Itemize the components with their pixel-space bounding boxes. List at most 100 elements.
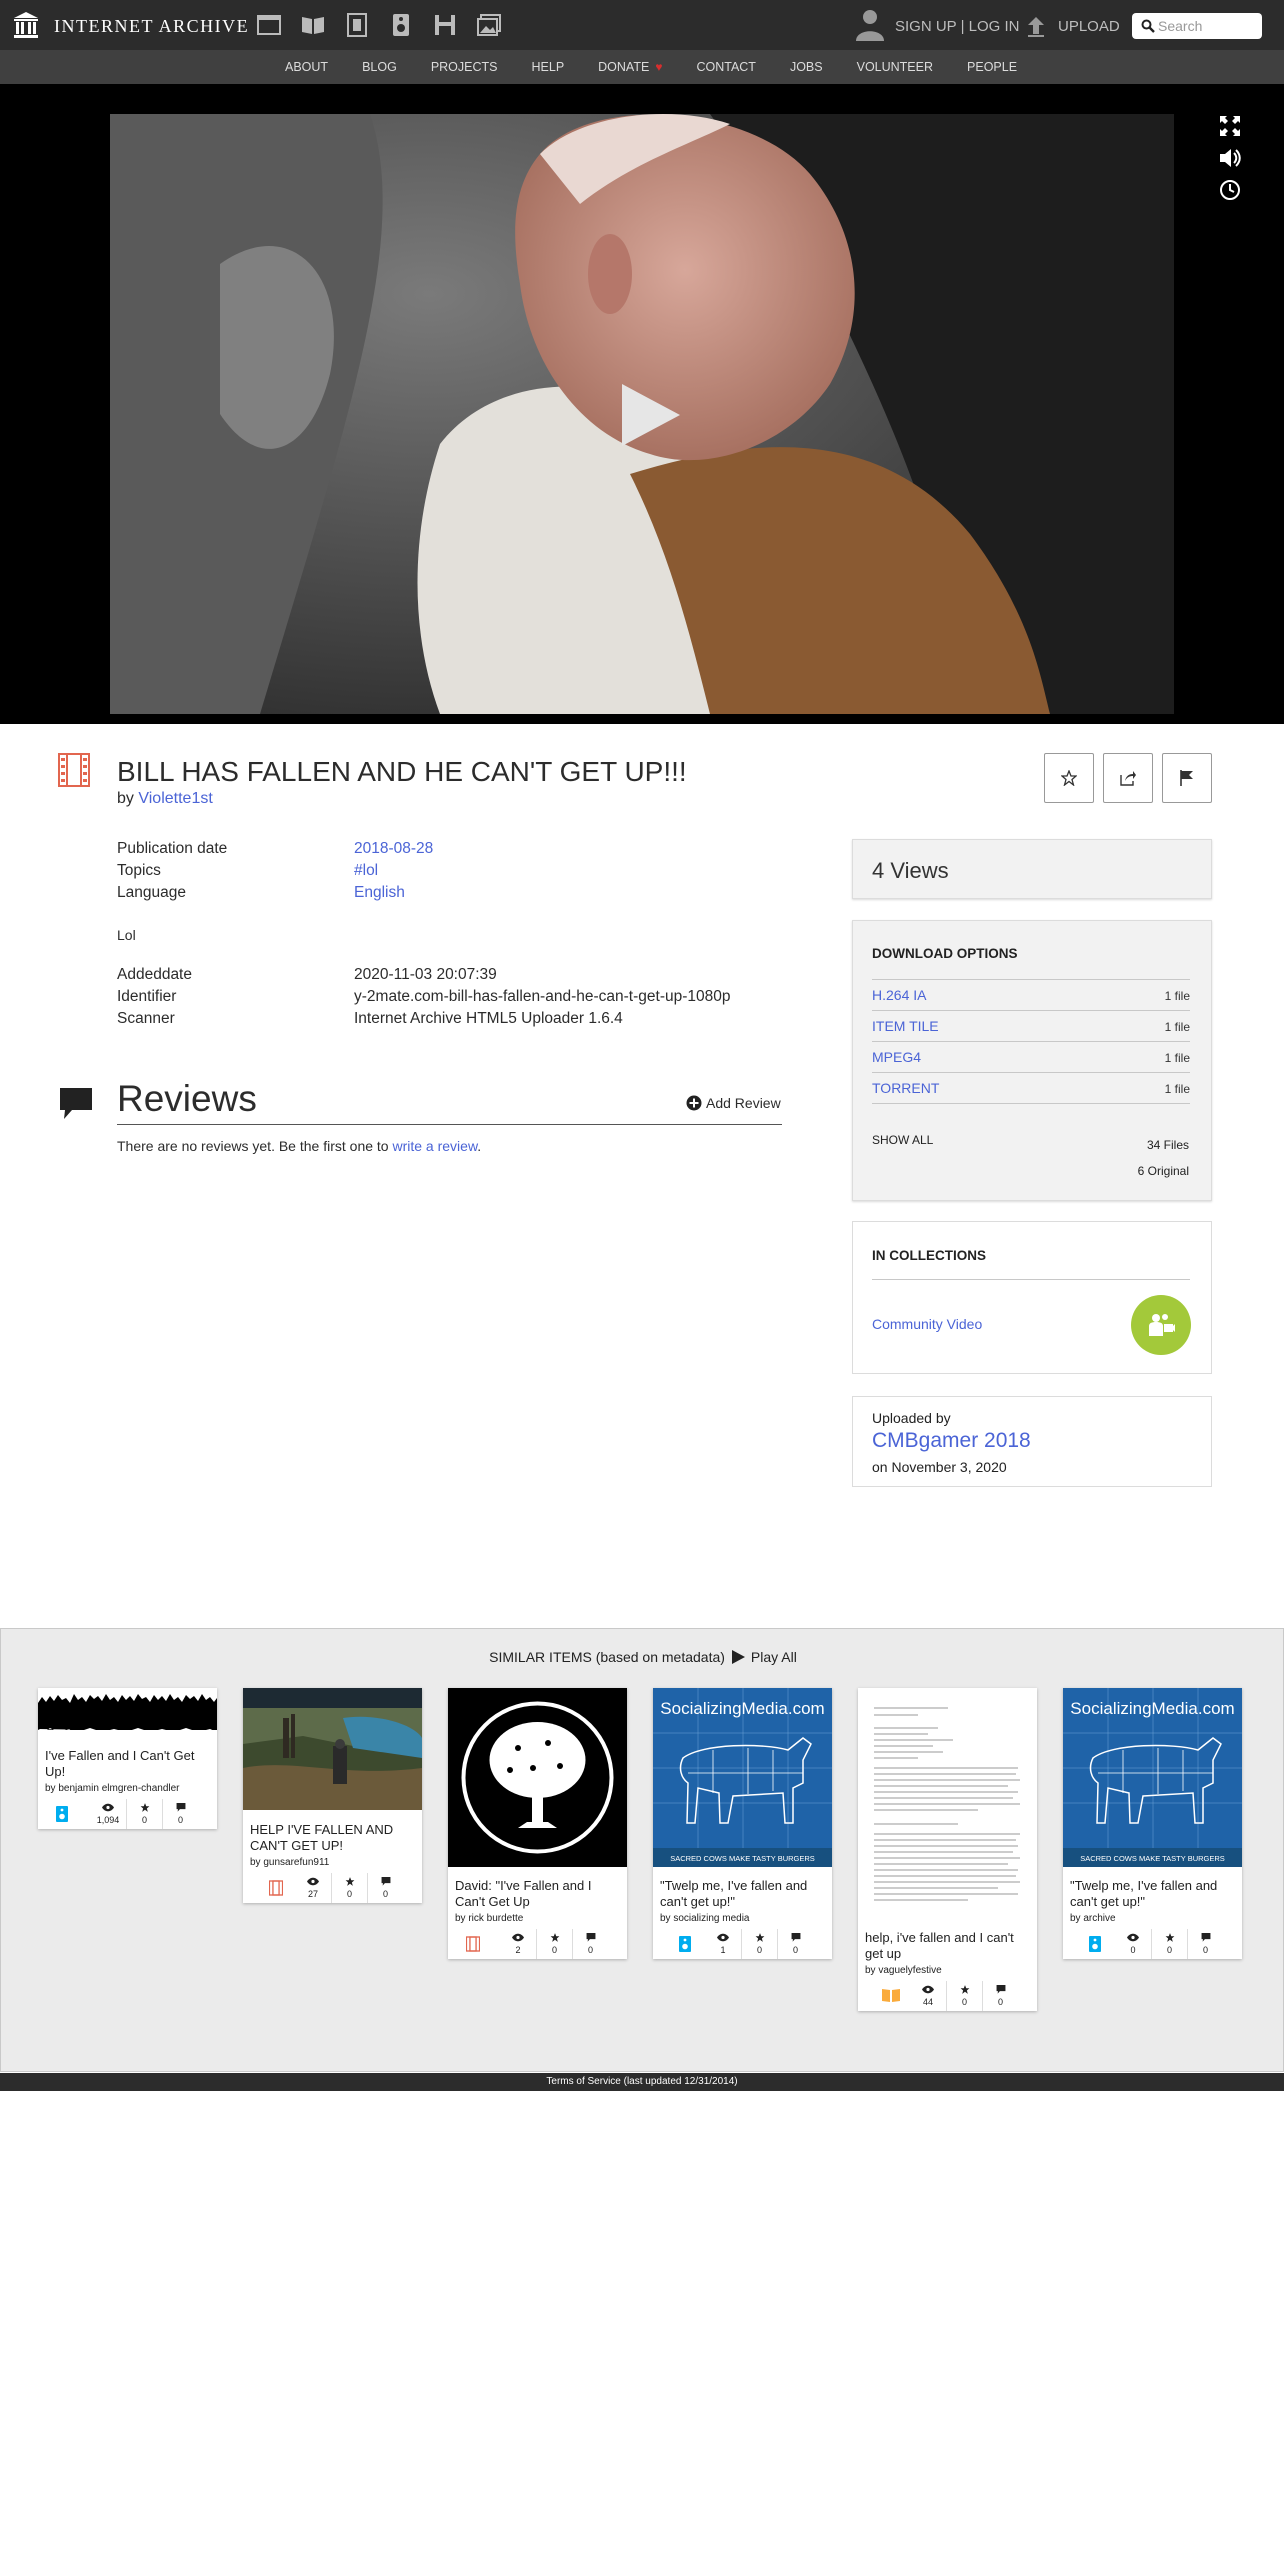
stat-value: 0 bbox=[756, 1945, 762, 1955]
similar-item-title[interactable]: I've Fallen and I Can't Get Up! bbox=[45, 1748, 213, 1780]
metadata-topics: Topics #lol bbox=[117, 862, 797, 884]
similar-item-card[interactable]: SocializingMedia.com SACRED COWS MAKE TA… bbox=[653, 1688, 832, 1959]
view-count: 4 Views bbox=[872, 858, 949, 883]
uploader-link[interactable]: CMBgamer 2018 bbox=[872, 1429, 1031, 1453]
similar-item-card[interactable]: HELP I'VE FALLEN AND CAN'T GET UP! by gu… bbox=[243, 1688, 422, 1903]
add-review-button[interactable]: Add Review bbox=[686, 1095, 781, 1111]
upload-link[interactable]: UPLOAD bbox=[1058, 18, 1120, 35]
nav-people[interactable]: PEOPLE bbox=[967, 60, 1017, 74]
comment-icon bbox=[381, 1877, 390, 1886]
favorite-count-stat: 0 bbox=[741, 1929, 777, 1959]
download-format-link[interactable]: TORRENT bbox=[872, 1080, 939, 1096]
star-icon bbox=[345, 1877, 354, 1886]
favorite-button[interactable] bbox=[1044, 753, 1094, 803]
volume-icon[interactable] bbox=[1218, 146, 1242, 170]
view-count-stat: 44 bbox=[910, 1981, 946, 2011]
plus-circle-icon bbox=[686, 1095, 702, 1111]
text-document-image bbox=[858, 1688, 1037, 1918]
download-format-link[interactable]: MPEG4 bbox=[872, 1049, 921, 1065]
flag-button[interactable] bbox=[1162, 753, 1212, 803]
fullscreen-icon[interactable] bbox=[1218, 114, 1242, 138]
topic-link[interactable]: #lol bbox=[354, 862, 378, 880]
comment-icon bbox=[60, 1088, 92, 1119]
share-button[interactable] bbox=[1103, 753, 1153, 803]
search-box bbox=[1132, 13, 1262, 39]
similar-item-stats: 2 0 0 bbox=[448, 1929, 627, 1959]
nav-donate[interactable]: DONATE ♥ bbox=[598, 60, 662, 74]
speed-clock-icon[interactable] bbox=[1218, 178, 1242, 202]
publication-date-link[interactable]: 2018-08-28 bbox=[354, 840, 433, 858]
texts-icon[interactable] bbox=[300, 12, 326, 38]
review-count-stat: 0 bbox=[162, 1799, 198, 1829]
nav-projects[interactable]: PROJECTS bbox=[431, 60, 498, 74]
eye-icon bbox=[717, 1933, 729, 1942]
audio-icon[interactable] bbox=[388, 12, 414, 38]
nav-blog[interactable]: BLOG bbox=[362, 60, 397, 74]
similar-items-heading: SIMILAR ITEMS (based on metadata) Play A… bbox=[1, 1649, 1284, 1665]
nav-about[interactable]: ABOUT bbox=[285, 60, 328, 74]
divider bbox=[117, 1124, 782, 1125]
similar-item-card[interactable]: David: "I've Fallen and I Can't Get Up b… bbox=[448, 1688, 627, 1959]
download-options-title: DOWNLOAD OPTIONS bbox=[872, 946, 1018, 961]
play-all-icon[interactable] bbox=[731, 1650, 745, 1664]
tree-logo-image bbox=[448, 1688, 627, 1867]
language-link[interactable]: English bbox=[354, 884, 405, 902]
nav-contact[interactable]: CONTACT bbox=[696, 60, 756, 74]
metadata-scanner: Scanner Internet Archive HTML5 Uploader … bbox=[117, 1010, 797, 1032]
show-all-link[interactable]: SHOW ALL bbox=[872, 1133, 933, 1147]
nav-volunteer[interactable]: VOLUNTEER bbox=[857, 60, 933, 74]
signup-login-link[interactable]: SIGN UP | LOG IN bbox=[895, 18, 1019, 35]
original-files[interactable]: 6 Original bbox=[1138, 1164, 1189, 1178]
download-file-count: 1 file bbox=[1164, 1051, 1190, 1065]
total-files[interactable]: 34 Files bbox=[1147, 1138, 1189, 1152]
meta-key: Publication date bbox=[117, 840, 228, 857]
stat-value: 0 bbox=[141, 1815, 147, 1825]
play-icon[interactable] bbox=[618, 384, 680, 446]
nav-jobs[interactable]: JOBS bbox=[790, 60, 823, 74]
audio-icon bbox=[1089, 1936, 1101, 1952]
thumb-banner-text: SocializingMedia.com bbox=[660, 1699, 824, 1718]
similar-item-card[interactable]: I've Fallen and I Can't Get Up! by benja… bbox=[38, 1688, 217, 1829]
write-review-link[interactable]: write a review bbox=[392, 1138, 477, 1154]
images-icon[interactable] bbox=[476, 12, 502, 38]
view-count-stat: 1 bbox=[705, 1929, 741, 1959]
download-format-link[interactable]: ITEM TILE bbox=[872, 1018, 939, 1034]
blueprint-cow-image: SocializingMedia.com SACRED COWS MAKE TA… bbox=[653, 1688, 832, 1867]
user-icon[interactable] bbox=[855, 8, 885, 42]
item-byline: by Violette1st bbox=[117, 790, 213, 808]
web-icon[interactable] bbox=[256, 12, 282, 38]
stat-value: 0 bbox=[382, 1889, 388, 1899]
video-theater bbox=[0, 84, 1284, 724]
internet-archive-logo-icon[interactable] bbox=[12, 11, 40, 39]
similar-item-card[interactable]: SocializingMedia.com SACRED COWS MAKE TA… bbox=[1063, 1688, 1242, 1959]
software-icon[interactable] bbox=[432, 12, 458, 38]
similar-item-title[interactable]: David: "I've Fallen and I Can't Get Up bbox=[455, 1878, 623, 1910]
terms-of-service-link[interactable]: Terms of Service (last updated 12/31/201… bbox=[0, 2073, 1284, 2091]
creator-link[interactable]: Violette1st bbox=[138, 790, 212, 807]
similar-item-title[interactable]: help, i've fallen and I can't get up bbox=[865, 1930, 1033, 1962]
play-all-link[interactable]: Play All bbox=[751, 1649, 797, 1665]
stat-value: 44 bbox=[922, 1997, 933, 2007]
review-count-stat: 0 bbox=[982, 1981, 1018, 2011]
download-format-link[interactable]: H.264 IA bbox=[872, 987, 926, 1003]
top-nav-bar: INTERNET ARCHIVE SIGN UP | LOG IN UPLOAD bbox=[0, 0, 1284, 50]
collection-badge[interactable] bbox=[1131, 1295, 1191, 1355]
stat-value: 0 bbox=[792, 1945, 798, 1955]
nav-help[interactable]: HELP bbox=[532, 60, 565, 74]
similar-item-title[interactable]: "Twelp me, I've fallen and can't get up!… bbox=[1070, 1878, 1238, 1910]
meta-key: Addeddate bbox=[117, 966, 192, 983]
collection-link[interactable]: Community Video bbox=[872, 1316, 982, 1332]
similar-item-stats: 27 0 0 bbox=[243, 1873, 422, 1903]
upload-icon[interactable] bbox=[1024, 14, 1048, 38]
brand-wordmark[interactable]: INTERNET ARCHIVE bbox=[54, 16, 249, 37]
similar-item-title[interactable]: "Twelp me, I've fallen and can't get up!… bbox=[660, 1878, 828, 1910]
stat-value: 0 bbox=[1202, 1945, 1208, 1955]
similar-item-title[interactable]: HELP I'VE FALLEN AND CAN'T GET UP! bbox=[250, 1822, 418, 1854]
star-icon bbox=[755, 1933, 764, 1942]
search-input[interactable] bbox=[1158, 17, 1256, 35]
similar-item-card[interactable]: help, i've fallen and I can't get up by … bbox=[858, 1688, 1037, 2011]
secondary-nav: ABOUT BLOG PROJECTS HELP DONATE ♥ CONTACT… bbox=[0, 50, 1284, 84]
review-count-stat: 0 bbox=[777, 1929, 813, 1959]
video-icon[interactable] bbox=[344, 12, 370, 38]
video-player[interactable] bbox=[110, 114, 1174, 714]
